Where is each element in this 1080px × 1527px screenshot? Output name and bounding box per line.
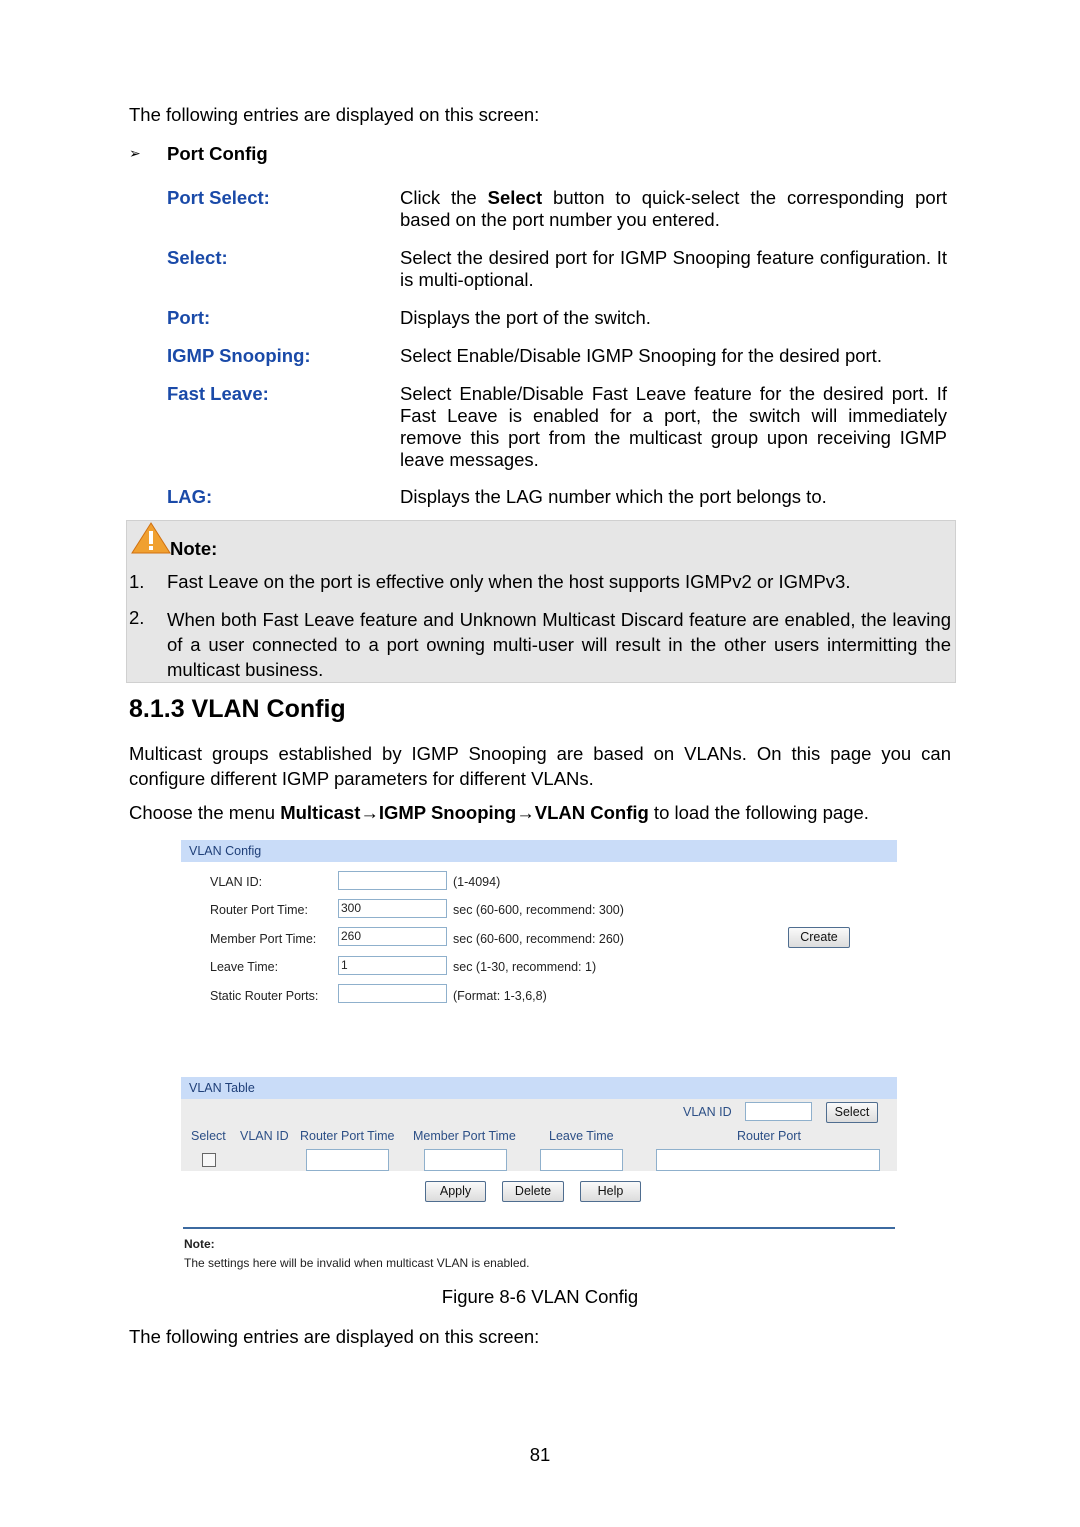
member-port-time-input[interactable]: 260	[338, 927, 447, 946]
create-button[interactable]: Create	[788, 927, 850, 948]
term-igmp-snooping: IGMP Snooping:	[167, 345, 311, 366]
field-label: Member Port Time:	[210, 932, 317, 946]
vlan-table-header: VLAN Table	[181, 1077, 897, 1099]
note-item: Fast Leave on the port is effective only…	[167, 571, 851, 592]
apply-button[interactable]: Apply	[425, 1181, 486, 1202]
field-label: VLAN ID:	[210, 875, 263, 889]
desc-text: Click the	[400, 187, 488, 208]
leave-time-cell-input[interactable]	[540, 1149, 623, 1171]
router-port-time-input[interactable]: 300	[338, 899, 447, 918]
select-button[interactable]: Select	[826, 1102, 878, 1123]
field-hint: (Format: 1-3,6,8)	[453, 989, 547, 1003]
member-port-time-cell-input[interactable]	[424, 1149, 507, 1171]
vlan-config-header: VLAN Config	[181, 840, 897, 862]
term-port-select: Port Select:	[167, 187, 270, 208]
router-port-time-cell-input[interactable]	[306, 1149, 389, 1171]
term-fast-leave: Fast Leave:	[167, 383, 269, 404]
delete-button[interactable]: Delete	[502, 1181, 564, 1202]
panel-title: VLAN Config	[189, 844, 262, 858]
field-hint: sec (60-600, recommend: 260)	[453, 932, 624, 946]
menu-path-paragraph: Choose the menu Multicast→IGMP Snooping→…	[129, 802, 869, 824]
router-port-cell-input[interactable]	[656, 1149, 880, 1171]
desc-bold: Select	[487, 187, 543, 208]
static-router-ports-input[interactable]	[338, 984, 447, 1003]
section-heading: 8.1.3 VLAN Config	[129, 695, 346, 723]
term-select: Select:	[167, 247, 228, 268]
term-port: Port:	[167, 307, 211, 328]
desc-port: Displays the port of the switch.	[400, 307, 651, 328]
intro-text: The following entries are displayed on t…	[129, 104, 540, 125]
vlan-id-input[interactable]	[338, 871, 447, 890]
desc-lag: Displays the LAG number which the port b…	[400, 486, 827, 507]
note-item: When both Fast Leave feature and Unknown…	[167, 609, 951, 680]
field-label: Router Port Time:	[210, 903, 308, 917]
row-checkbox[interactable]	[202, 1153, 216, 1167]
figure-note-text: The settings here will be invalid when m…	[184, 1256, 530, 1270]
page-number: 81	[529, 1444, 551, 1465]
column-header: Router Port	[737, 1129, 801, 1143]
note-num: 2.	[129, 607, 145, 628]
menu-path: Multicast→IGMP Snooping→VLAN Config	[280, 802, 649, 823]
field-hint: sec (1-30, recommend: 1)	[453, 960, 597, 974]
panel-title: VLAN Table	[189, 1081, 255, 1095]
desc-port-select: Click the Select button to quick-select …	[400, 187, 947, 231]
note-title: Note:	[170, 538, 218, 559]
desc-igmp-snooping: Select Enable/Disable IGMP Snooping for …	[400, 345, 882, 366]
bullet-icon: ➢	[129, 145, 141, 161]
desc-select: Select the desired port for IGMP Snoopin…	[400, 247, 947, 290]
note-num: 1.	[129, 571, 145, 592]
column-header: Router Port Time	[300, 1129, 395, 1143]
text: to load the following page.	[648, 802, 869, 823]
term-lag: LAG:	[167, 486, 213, 507]
figure-note-title: Note:	[184, 1237, 215, 1251]
column-header: Member Port Time	[413, 1129, 516, 1143]
divider	[183, 1227, 895, 1229]
section-title: Port Config	[167, 143, 268, 164]
page: The following entries are displayed on t…	[0, 0, 1080, 1527]
figure-caption: Figure 8-6 VLAN Config	[441, 1286, 639, 1307]
field-hint: sec (60-600, recommend: 300)	[453, 903, 624, 917]
field-hint: (1-4094)	[453, 875, 501, 889]
field-label: Leave Time:	[210, 960, 279, 974]
leave-time-input[interactable]: 1	[338, 956, 447, 975]
column-header: Select	[191, 1129, 226, 1143]
field-label: Static Router Ports:	[210, 989, 319, 1003]
search-label: VLAN ID	[683, 1105, 732, 1119]
outro-text: The following entries are displayed on t…	[129, 1326, 540, 1347]
warning-icon	[131, 522, 171, 554]
text: Choose the menu	[129, 802, 281, 823]
column-header: VLAN ID	[240, 1129, 289, 1143]
help-button[interactable]: Help	[580, 1181, 641, 1202]
vlan-id-search-input[interactable]	[745, 1102, 812, 1121]
column-header: Leave Time	[549, 1129, 614, 1143]
desc-fast-leave: Select Enable/Disable Fast Leave feature…	[400, 383, 947, 470]
paragraph: Multicast groups established by IGMP Sno…	[129, 743, 951, 789]
